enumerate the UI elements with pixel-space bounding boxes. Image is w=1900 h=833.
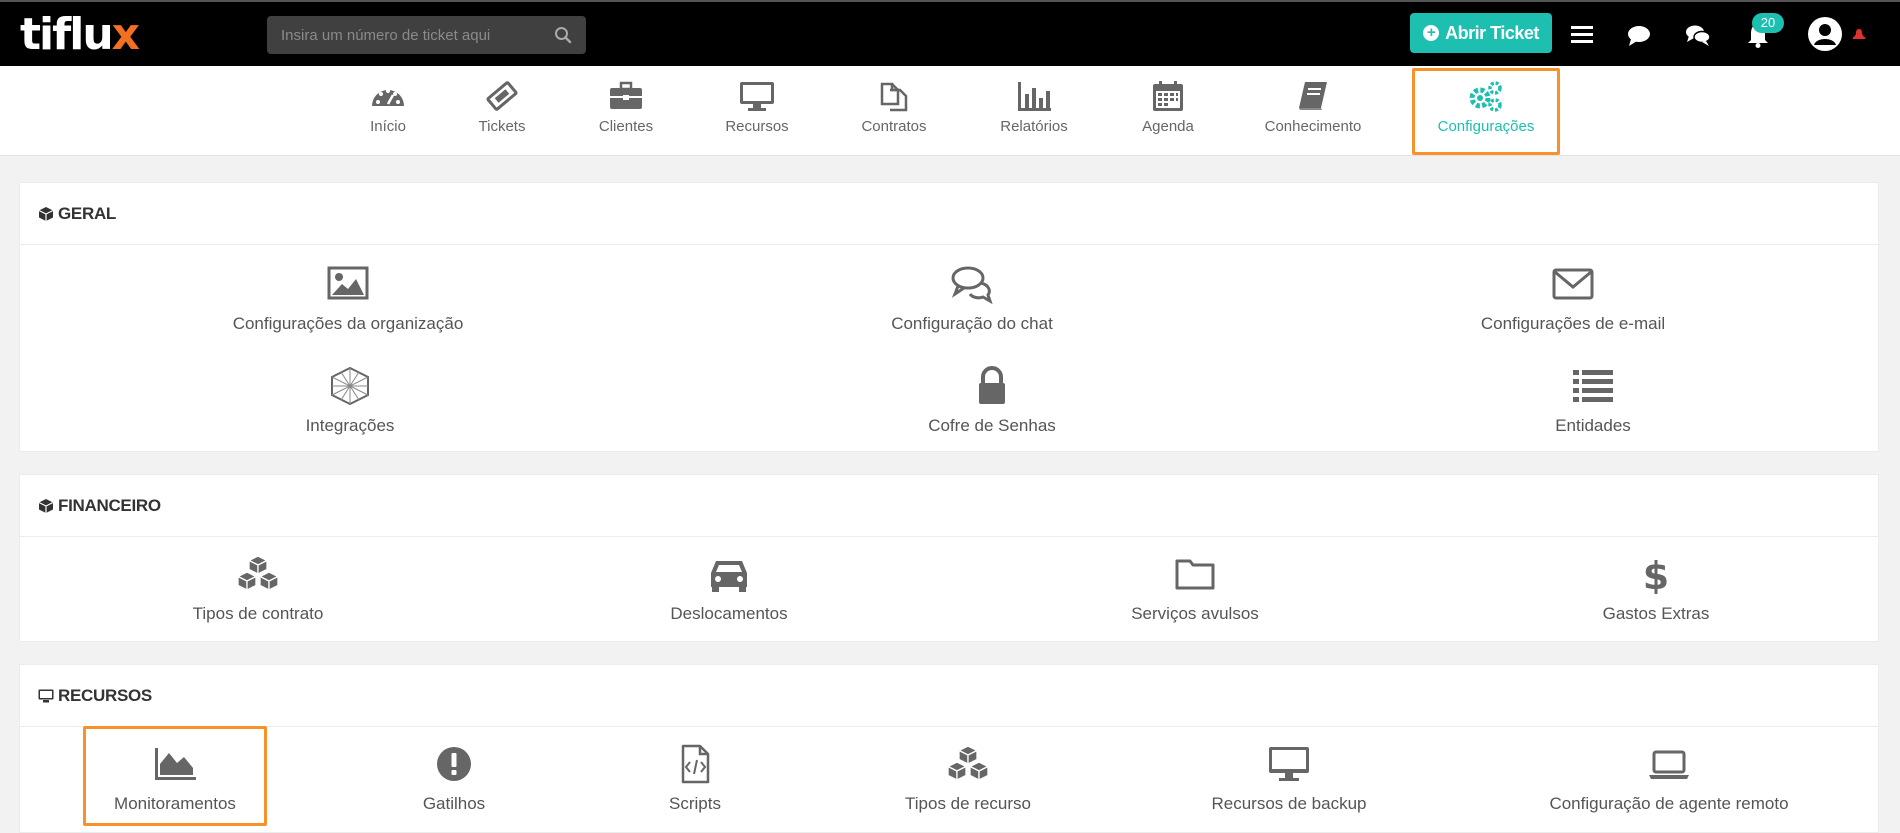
code-file-icon (681, 744, 710, 784)
tile-configuracoes-email[interactable]: Configurações de e-mail (1468, 264, 1678, 334)
tile-cofre-senhas[interactable]: Cofre de Senhas (912, 366, 1072, 436)
chat-bubble-icon[interactable] (1625, 21, 1653, 49)
monitor-icon (740, 82, 774, 111)
envelope-icon (1552, 268, 1594, 300)
tile-gastos-extras[interactable]: $ Gastos Extras (1576, 554, 1736, 624)
nav-highlight-box (1412, 68, 1560, 155)
section-title: GERAL (58, 203, 117, 223)
nav-item-agenda[interactable]: Agenda (1140, 66, 1196, 156)
tile-label: Entidades (1555, 416, 1631, 435)
nav-label: Clientes (598, 118, 654, 135)
tile-label: Configuração do chat (891, 314, 1053, 333)
tile-integracoes[interactable]: Integrações (290, 366, 410, 436)
nav-label: Relatórios (1000, 118, 1068, 135)
svg-text:$: $ (1643, 554, 1669, 594)
nav-item-clientes[interactable]: Clientes (596, 66, 656, 156)
user-avatar-icon[interactable] (1806, 15, 1844, 53)
lock-icon (979, 366, 1005, 404)
car-icon (711, 561, 747, 592)
monitor-icon (38, 689, 54, 702)
book-icon (1299, 82, 1327, 110)
tile-configuracoes-organizacao[interactable]: Configurações da organização (222, 264, 474, 334)
open-ticket-label: Abrir Ticket (1445, 22, 1539, 43)
image-icon (327, 266, 369, 300)
tile-label: Scripts (669, 794, 721, 813)
section-header: RECURSOS (20, 665, 1878, 727)
tile-label: Tipos de contrato (192, 604, 324, 623)
nav-label: Recursos (725, 118, 789, 135)
list-icon (1573, 370, 1613, 402)
tile-tipos-contrato[interactable]: Tipos de contrato (178, 554, 338, 624)
hamburger-menu-icon[interactable] (1568, 21, 1596, 49)
section-title: FINANCEIRO (58, 495, 161, 515)
tile-label: Recursos de backup (1211, 794, 1367, 813)
copy-icon (880, 82, 908, 112)
search-icon[interactable] (554, 26, 572, 44)
tile-label: Tipos de recurso (905, 794, 1031, 813)
tile-label: Configuração de agente remoto (1549, 794, 1789, 813)
briefcase-icon (610, 81, 642, 109)
tile-servicos-avulsos[interactable]: Serviços avulsos (1115, 554, 1275, 624)
nav-label: Agenda (1142, 118, 1194, 135)
chat-icon (951, 266, 993, 304)
desktop-icon (1269, 747, 1309, 781)
tile-label: Integrações (305, 416, 395, 435)
section-header: FINANCEIRO (20, 475, 1878, 537)
folder-icon (1175, 559, 1215, 590)
nav-item-conhecimento[interactable]: Conhecimento (1263, 66, 1363, 156)
nav-label: Início (370, 118, 406, 135)
tile-deslocamentos[interactable]: Deslocamentos (649, 554, 809, 624)
nav-label: Tickets (478, 118, 526, 135)
nav-item-recursos[interactable]: Recursos (723, 66, 791, 156)
nav-item-relatorios[interactable]: Relatórios (998, 66, 1070, 156)
calendar-icon (1153, 81, 1183, 111)
cube-icon (38, 498, 54, 513)
tiflux-logo[interactable]: tiflux (20, 10, 140, 60)
alert-indicator-icon (1853, 29, 1865, 39)
tile-scripts[interactable]: Scripts (645, 744, 745, 814)
tile-label: Gatilhos (422, 794, 486, 813)
tile-entidades[interactable]: Entidades (1533, 366, 1653, 436)
nav-label: Contratos (861, 118, 927, 135)
open-ticket-button[interactable]: + Abrir Ticket (1410, 13, 1552, 53)
ticket-search-input[interactable] (267, 16, 547, 54)
cube-icon (38, 206, 54, 221)
tile-gatilhos[interactable]: Gatilhos (404, 744, 504, 814)
main-nav: Início Tickets Clientes Recursos Contrat… (0, 66, 1900, 156)
tile-label: Deslocamentos (670, 604, 788, 623)
exclamation-icon (437, 747, 471, 781)
ticket-icon (486, 81, 518, 111)
tile-label: Configurações de e-mail (1480, 314, 1666, 333)
dashboard-icon (372, 89, 404, 106)
tile-tipos-recurso[interactable]: Tipos de recurso (888, 744, 1048, 814)
tile-label: Configurações da organização (232, 314, 464, 333)
tile-configuracao-agente-remoto[interactable]: Configuração de agente remoto (1538, 744, 1800, 814)
conversations-icon[interactable] (1684, 21, 1712, 49)
section-title: RECURSOS (58, 685, 152, 705)
notification-count-badge: 20 (1752, 13, 1784, 33)
nav-item-contratos[interactable]: Contratos (858, 66, 930, 156)
bar-chart-icon (1018, 82, 1051, 111)
plus-circle-icon: + (1423, 25, 1440, 41)
ticket-search (267, 16, 586, 54)
tile-label: Gastos Extras (1602, 604, 1710, 623)
tile-recursos-backup[interactable]: Recursos de backup (1199, 744, 1379, 814)
nav-label: Conhecimento (1264, 118, 1362, 135)
top-bar: tiflux + Abrir Ticket 20 (0, 0, 1900, 66)
nav-item-tickets[interactable]: Tickets (474, 66, 530, 156)
tile-configuracao-chat[interactable]: Configuração do chat (872, 264, 1072, 334)
cubes-icon (236, 555, 280, 592)
tile-label: Cofre de Senhas (928, 416, 1056, 435)
cubes-icon (946, 745, 990, 782)
hexagon-icon (331, 366, 369, 406)
laptop-icon (1649, 750, 1689, 779)
dollar-icon: $ (1643, 554, 1669, 594)
monitoramentos-highlight-box (83, 726, 267, 826)
section-header: GERAL (20, 183, 1878, 245)
tile-label: Serviços avulsos (1131, 604, 1259, 623)
nav-item-inicio[interactable]: Início (360, 66, 416, 156)
